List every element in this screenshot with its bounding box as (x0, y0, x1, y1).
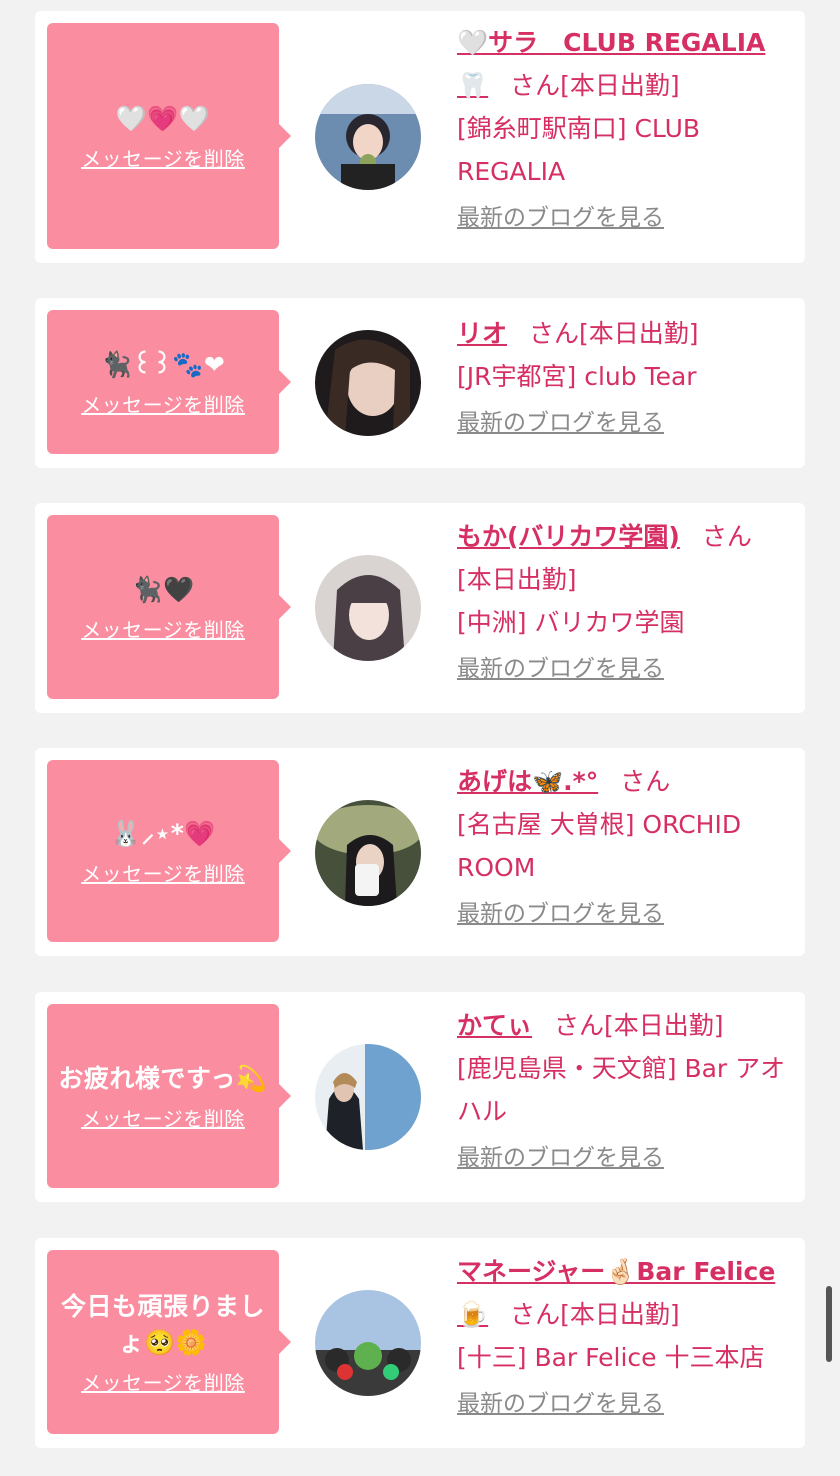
message-bubble: 🐈‍⬛🖤 メッセージを削除 (47, 515, 291, 699)
honorific: さん (529, 319, 580, 348)
shop-location: [JR宇都宮] club Tear (457, 362, 697, 391)
message-card: お疲れ様ですっ💫 メッセージを削除 かてぃ さん[本日出勤] [鹿児島県・天文館]… (35, 992, 805, 1202)
cast-name-link[interactable]: リオ (457, 319, 507, 348)
latest-blog-link[interactable]: 最新のブログを見る (457, 652, 664, 686)
cast-info: リオ さん[本日出勤] [JR宇都宮] club Tear 最新のブログを見る (457, 312, 797, 440)
message-card: 今日も頑張りましょ🥺🌼 メッセージを削除 マネージャー🤞🏻Bar Felice🍺… (35, 1238, 805, 1448)
message-text: 🐈‍⬛🖤 (131, 574, 195, 604)
message-bubble: 🤍💗🤍 メッセージを削除 (47, 23, 291, 249)
message-text: 🤍💗🤍 (115, 103, 211, 133)
delete-message-link[interactable]: メッセージを削除 (81, 858, 245, 887)
cast-info: もか(バリカワ学園) さん [本日出勤] [中洲] バリカワ学園 最新のブログを見… (457, 515, 797, 686)
latest-blog-link[interactable]: 最新のブログを見る (457, 201, 664, 235)
message-card: 🐈‍⬛🖤 メッセージを削除 もか(バリカワ学園) さん [本日出勤] [中洲] バ… (35, 503, 805, 713)
avatar[interactable] (315, 800, 421, 906)
shop-location: [中洲] バリカワ学園 (457, 608, 685, 637)
delete-message-link[interactable]: メッセージを削除 (81, 614, 245, 643)
message-text: 🐈‍⬛꒰꒱🐾❤ (100, 349, 226, 379)
message-list: 🤍💗🤍 メッセージを削除 🤍サラ CLUB REGALIA 🦷 さん[本日出勤] … (0, 0, 840, 1476)
cast-name-link[interactable]: かてぃ (457, 1011, 532, 1040)
avatar[interactable] (315, 1044, 421, 1150)
cast-info: マネージャー🤞🏻Bar Felice🍺 さん[本日出勤] [十三] Bar Fel… (457, 1250, 797, 1421)
status-badge: [本日出勤] (579, 319, 699, 348)
delete-message-link[interactable]: メッセージを削除 (81, 389, 245, 418)
cast-name-link[interactable]: あげは🦋.*° (457, 767, 598, 796)
message-text: 🐰⸝⋆*💗 (110, 818, 216, 848)
latest-blog-link[interactable]: 最新のブログを見る (457, 897, 664, 931)
message-card: 🐈‍⬛꒰꒱🐾❤ メッセージを削除 リオ さん[本日出勤] [JR宇都宮] club… (35, 298, 805, 468)
message-bubble: 🐈‍⬛꒰꒱🐾❤ メッセージを削除 (47, 310, 291, 454)
cast-info: かてぃ さん[本日出勤] [鹿児島県・天文館] Bar アオハル 最新のブログを見… (457, 1004, 797, 1175)
latest-blog-link[interactable]: 最新のブログを見る (457, 406, 664, 440)
honorific: さん (554, 1011, 605, 1040)
message-text: 今日も頑張りましょ🥺🌼 (60, 1291, 265, 1357)
cast-info: あげは🦋.*° さん [名古屋 大曽根] ORCHID ROOM 最新のブログを見… (457, 760, 797, 931)
status-badge: [本日出勤] (457, 565, 577, 594)
status-badge: [本日出勤] (560, 71, 680, 100)
cast-info: 🤍サラ CLUB REGALIA 🦷 さん[本日出勤] [錦糸町駅南口] CLUB… (457, 21, 797, 235)
scrollbar[interactable] (826, 1286, 832, 1362)
honorific: さん (701, 522, 752, 551)
latest-blog-link[interactable]: 最新のブログを見る (457, 1141, 664, 1175)
avatar[interactable] (315, 1290, 421, 1396)
cast-name-link[interactable]: もか(バリカワ学園) (457, 522, 680, 551)
avatar[interactable] (315, 84, 421, 190)
message-bubble: 今日も頑張りましょ🥺🌼 メッセージを削除 (47, 1250, 291, 1434)
message-card: 🐰⸝⋆*💗 メッセージを削除 あげは🦋.*° さん [名古屋 大曽根] ORCHI… (35, 748, 805, 956)
delete-message-link[interactable]: メッセージを削除 (81, 143, 245, 172)
message-text: お疲れ様ですっ💫 (58, 1063, 268, 1093)
message-bubble: お疲れ様ですっ💫 メッセージを削除 (47, 1004, 291, 1188)
status-badge: [本日出勤] (604, 1011, 724, 1040)
message-card: 🤍💗🤍 メッセージを削除 🤍サラ CLUB REGALIA 🦷 さん[本日出勤] … (35, 11, 805, 263)
shop-location: [名古屋 大曽根] ORCHID ROOM (457, 810, 742, 882)
latest-blog-link[interactable]: 最新のブログを見る (457, 1387, 664, 1421)
honorific: さん (510, 1300, 561, 1329)
status-badge: [本日出勤] (560, 1300, 680, 1329)
message-bubble: 🐰⸝⋆*💗 メッセージを削除 (47, 760, 291, 942)
avatar[interactable] (315, 555, 421, 661)
honorific: さん (510, 71, 561, 100)
shop-location: [鹿児島県・天文館] Bar アオハル (457, 1054, 786, 1126)
honorific: さん (620, 767, 671, 796)
shop-location: [十三] Bar Felice 十三本店 (457, 1343, 765, 1372)
delete-message-link[interactable]: メッセージを削除 (81, 1103, 245, 1132)
delete-message-link[interactable]: メッセージを削除 (81, 1367, 245, 1396)
avatar[interactable] (315, 330, 421, 436)
shop-location: [錦糸町駅南口] CLUB REGALIA (457, 114, 701, 186)
